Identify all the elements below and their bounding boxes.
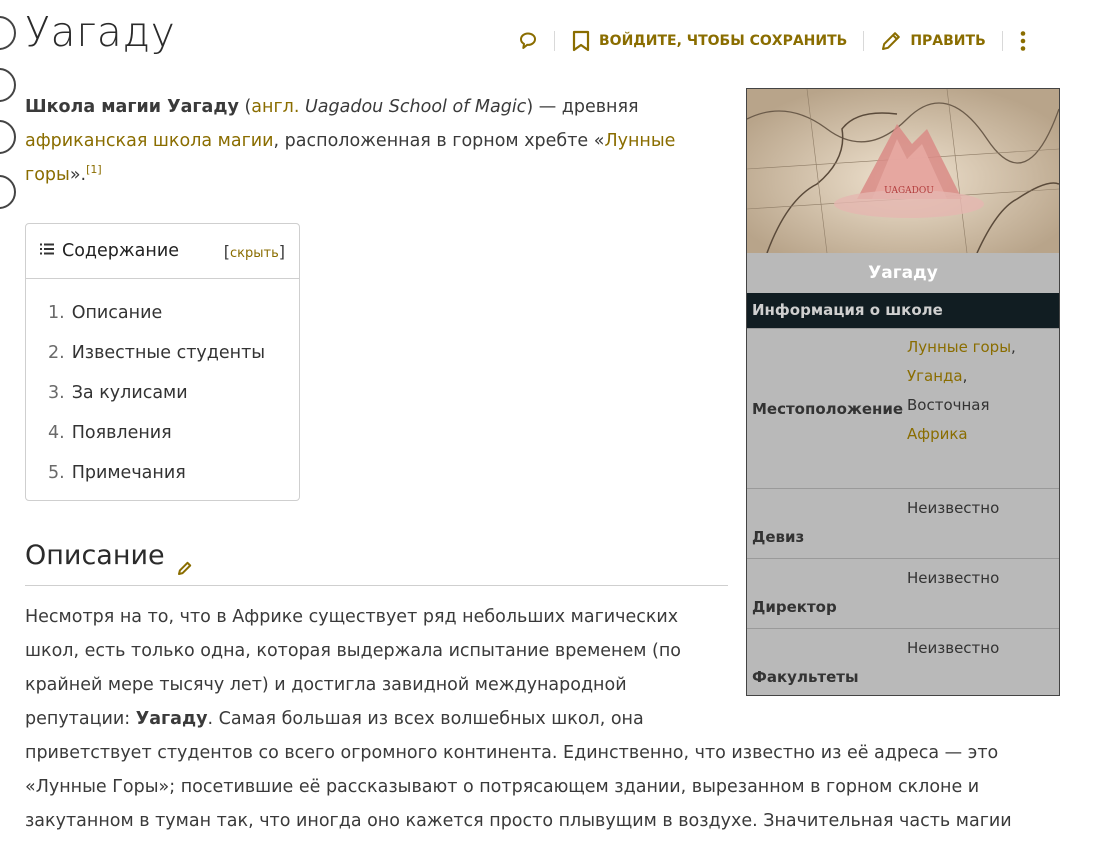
edit-label: ПРАВИТЬ [910, 33, 986, 49]
uganda-link[interactable]: Уганда [907, 367, 963, 385]
toc-item[interactable]: 1. Описание [48, 293, 299, 333]
intro-bold: Школа магии Уагаду [25, 97, 239, 117]
text: ( [238, 97, 252, 117]
bookmark-icon [572, 30, 590, 52]
text: ». [69, 165, 87, 185]
toc-item-number: 3. [48, 383, 65, 403]
pencil-icon [882, 32, 901, 50]
toc-item-label: Появления [71, 423, 172, 443]
toc-item-label: За кулисами [71, 383, 188, 403]
more-vertical-icon [1020, 31, 1026, 51]
save-label: ВОЙДИТЕ, ЧТОБЫ СОХРАНИТЬ [599, 33, 848, 49]
divider [863, 31, 865, 51]
infobox-row-location: Местоположение Лунные горы, Уганда, Вост… [747, 328, 1059, 488]
lang-link[interactable]: англ. [251, 97, 299, 117]
toc-item-number: 4. [48, 423, 65, 443]
houses-value: Неизвестно [907, 639, 1000, 657]
comment-icon [520, 32, 536, 49]
motto-value: Неизвестно [907, 499, 1000, 517]
text: . Самая большая из всех волшебных школ, … [207, 709, 644, 729]
toc-item-number: 5. [48, 463, 65, 483]
toc-item[interactable]: 3. За кулисами [48, 373, 299, 413]
school-map-image[interactable]: UAGADOU [747, 89, 1059, 253]
divider [1001, 31, 1003, 51]
intro-paragraph: Школа магии Уагаду (англ. Uagadou School… [25, 90, 715, 192]
infobox-row-houses: Факультеты Неизвестно [747, 628, 1059, 695]
text: , расположенная в горном хребте « [273, 131, 605, 151]
toc-item-label: Известные студенты [71, 343, 266, 363]
toc-item-label: Описание [71, 303, 163, 323]
pencil-icon [177, 561, 191, 575]
text: ) — древняя [526, 97, 639, 117]
toc-list: 1. Описание 2. Известные студенты 3. За кул… [26, 279, 299, 493]
moon-mountains-link[interactable]: Лунные горы [907, 338, 1011, 356]
infobox-row-motto: Девиз Неизвестно [747, 488, 1059, 558]
headmaster-label: Директор [752, 598, 837, 616]
bracket: ] [278, 241, 285, 261]
edit-button[interactable]: ПРАВИТЬ [880, 30, 986, 52]
section-heading-text: Описание [25, 540, 165, 571]
more-options-button[interactable] [1019, 30, 1027, 52]
edge-circle [0, 16, 16, 50]
infobox: UAGADOU Уагаду Информация о школе Местоп… [746, 88, 1060, 696]
reference-link[interactable]: [1] [86, 163, 102, 176]
section-heading: Описание [25, 540, 728, 586]
toc-item-number: 1. [48, 303, 65, 323]
toc-header: Содержание [скрыть] [26, 224, 299, 279]
text: , [1011, 338, 1016, 356]
african-school-link[interactable]: африканская школа магии [25, 131, 274, 151]
infobox-title: Уагаду [868, 263, 938, 283]
text: , [962, 367, 968, 385]
infobox-row-headmaster: Директор Неизвестно [747, 558, 1059, 628]
toc-item-label: Примечания [71, 463, 186, 483]
section-edit-button[interactable] [177, 552, 193, 583]
infobox-header: Информация о школе [747, 293, 1059, 328]
location-label: Местоположение [752, 399, 904, 418]
motto-label: Девиз [752, 528, 805, 546]
toc-item[interactable]: 5. Примечания [48, 453, 299, 493]
toc-item[interactable]: 4. Появления [48, 413, 299, 453]
headmaster-value: Неизвестно [907, 569, 1000, 587]
toc-item-number: 2. [48, 343, 65, 363]
text: Восточная [907, 396, 990, 414]
toc-title: Содержание [62, 241, 179, 261]
bold-text: Уагаду [135, 709, 208, 729]
edge-circle [0, 175, 16, 209]
toc-item[interactable]: 2. Известные студенты [48, 333, 299, 373]
houses-label: Факультеты [752, 668, 859, 686]
list-icon [40, 243, 54, 259]
section-paragraph: Несмотря на то, что в Африке существует … [25, 600, 725, 736]
page-actions: ВОЙДИТЕ, ЧТОБЫ СОХРАНИТЬ ПРАВИТЬ [518, 28, 1027, 54]
map-label: UAGADOU [884, 186, 934, 196]
page-title: Уагаду [25, 8, 176, 56]
save-button[interactable]: ВОЙДИТЕ, ЧТОБЫ СОХРАНИТЬ [571, 30, 847, 52]
toc-hide-link[interactable]: скрыть [230, 246, 279, 261]
location-value: Лунные горы, Уганда, Восточная Африка [907, 329, 1059, 488]
africa-link[interactable]: Африка [907, 425, 968, 443]
section-paragraph-continued: приветствует студентов со всего огромног… [25, 743, 1012, 831]
table-of-contents: Содержание [скрыть] 1. Описание 2. Известн… [25, 223, 300, 501]
english-name: Uagadou School of Magic [299, 97, 527, 117]
comments-button[interactable] [518, 31, 538, 51]
edge-circle [0, 120, 16, 154]
edge-circle [0, 68, 16, 102]
divider [554, 31, 555, 51]
toc-toggle: [скрыть] [224, 242, 285, 261]
